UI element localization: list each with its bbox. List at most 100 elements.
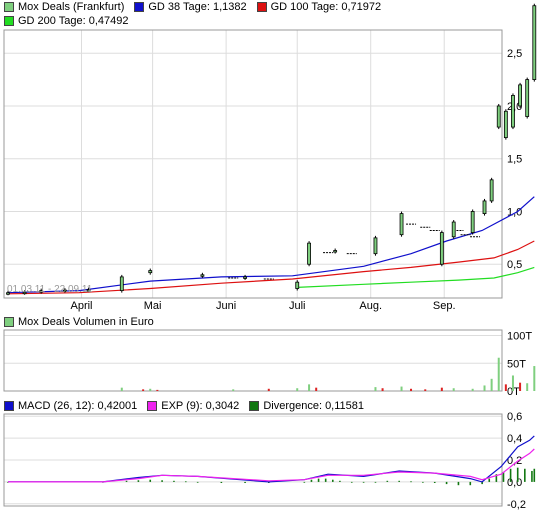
divergence-bar — [339, 480, 341, 482]
volume-bar — [519, 382, 522, 391]
y-tick-label: 1,5 — [507, 154, 522, 166]
divergence-bar — [457, 481, 460, 486]
candle — [503, 110, 508, 139]
divergence-bar — [149, 479, 152, 482]
divergence-bar — [125, 480, 128, 482]
divergence-bar — [220, 481, 223, 483]
divergence-bar — [350, 481, 353, 483]
volume-bar — [232, 389, 235, 391]
volume-bar — [511, 375, 514, 391]
divergence-bar — [533, 468, 536, 482]
x-tick-label: April — [70, 300, 92, 312]
candle — [307, 242, 311, 265]
volume-bar — [440, 387, 443, 391]
volume-bar — [308, 384, 311, 391]
volume-bar — [483, 385, 486, 391]
y-tick-label: -0,2 — [507, 499, 526, 511]
divergence-bar — [137, 480, 140, 482]
y-tick-label: 2,5 — [507, 48, 522, 60]
candle — [511, 95, 515, 128]
volume-bar — [315, 387, 318, 391]
divergence-bar — [469, 481, 472, 486]
volume-bar — [156, 389, 159, 391]
divergence-bar — [196, 481, 199, 483]
panel-frame — [3, 329, 503, 392]
volume-bar — [410, 388, 413, 391]
divergence-bar — [422, 481, 424, 483]
volume-bar — [374, 387, 377, 391]
price-panel: 0,51,01,52,02,5AprilMaiJuniJuliAug.Sep. — [3, 3, 537, 312]
volume-bar — [142, 389, 145, 391]
x-tick-label: Mai — [144, 300, 162, 312]
volume-bar — [452, 388, 455, 391]
candle — [525, 79, 530, 117]
x-tick-label: Juni — [216, 300, 236, 312]
volume-bar — [400, 386, 403, 391]
divergence-bar — [502, 472, 505, 482]
divergence-bar — [331, 479, 334, 482]
volume-bar — [471, 388, 474, 391]
y-tick-label: 50T — [507, 358, 526, 370]
volume-bar — [526, 383, 529, 391]
divergence-bar — [161, 480, 163, 482]
candle — [119, 276, 124, 292]
candle — [148, 270, 153, 274]
divergence-bar — [445, 481, 448, 485]
divergence-bar — [324, 478, 327, 482]
divergence-bar — [185, 481, 187, 483]
volume-bar — [267, 388, 270, 391]
divergence-bar — [362, 481, 365, 483]
y-tick-label: 0,6 — [507, 411, 522, 423]
divergence-bar — [509, 468, 512, 482]
volume-bar — [424, 389, 427, 391]
macd-panel: -0,20,00,20,40,6 — [3, 411, 536, 511]
candle — [243, 276, 247, 279]
volume-bar — [381, 388, 384, 391]
volume-bar — [149, 388, 152, 391]
divergence-bar — [488, 478, 491, 482]
divergence-bar — [173, 480, 175, 482]
divergence-bar — [244, 481, 246, 483]
x-tick-label: Aug. — [359, 300, 382, 312]
volume-bar — [490, 378, 493, 391]
divergence-bar — [317, 478, 320, 482]
volume-bar — [296, 388, 299, 391]
candle — [451, 221, 456, 238]
divergence-bar — [410, 481, 412, 483]
y-tick-label: 0,0 — [507, 477, 522, 489]
divergence-bar — [374, 481, 377, 483]
volume-bar — [533, 366, 536, 391]
candle — [333, 250, 338, 253]
divergence-bar — [398, 480, 400, 482]
candle — [399, 213, 404, 236]
x-tick-label: Sep. — [433, 300, 456, 312]
stock-chart: 0,51,01,52,02,5AprilMaiJuniJuliAug.Sep. … — [3, 3, 537, 511]
y-tick-label: 0,5 — [507, 259, 522, 271]
volume-bar — [497, 357, 500, 391]
divergence-bar — [516, 467, 519, 482]
candle — [295, 281, 300, 289]
y-tick-label: 0,4 — [507, 433, 522, 445]
candle — [496, 105, 501, 128]
divergence-bar — [303, 481, 306, 483]
candle — [532, 5, 537, 80]
x-tick-label: Juli — [289, 300, 306, 312]
volume-bar — [120, 387, 123, 391]
candle — [373, 237, 378, 255]
candle — [200, 274, 205, 277]
candle — [482, 200, 487, 214]
candle — [518, 84, 522, 107]
divergence-bar — [433, 481, 436, 483]
volume-bar — [504, 384, 507, 391]
divergence-bar — [524, 468, 526, 482]
divergence-bar — [386, 480, 389, 482]
panel-frame — [3, 29, 503, 299]
candle — [470, 211, 475, 233]
date-range-label: 01.03.11 - 22.09.11 — [7, 284, 93, 295]
divergence-bar — [310, 479, 313, 482]
divergence-bar — [531, 470, 533, 482]
volume-panel: 0T50T100T — [3, 329, 536, 398]
exp-line — [8, 448, 535, 483]
candle — [489, 179, 494, 202]
y-tick-label: 100T — [507, 331, 532, 343]
